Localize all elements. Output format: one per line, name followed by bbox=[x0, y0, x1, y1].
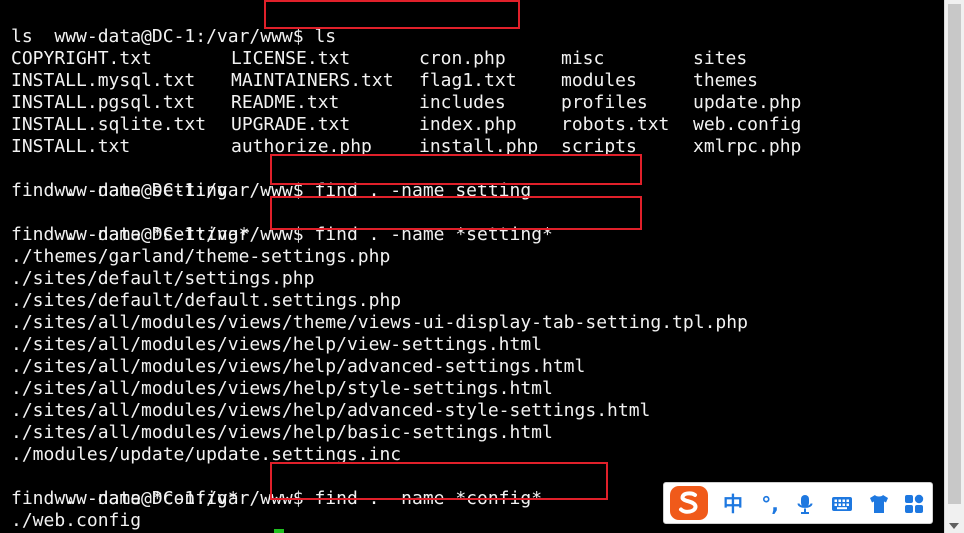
file-entry: authorize.php bbox=[231, 136, 372, 157]
find-result-line: ./web.config bbox=[11, 510, 142, 531]
file-entry: install.php bbox=[419, 136, 539, 157]
ls-output-row: COPYRIGHT.txt LICENSE.txt cron.php misc site… bbox=[0, 48, 944, 70]
keyboard-icon[interactable] bbox=[830, 492, 854, 516]
prompt-line-find-config: www-data@DC-1:/var/www$ find . -name *co… bbox=[11, 466, 542, 509]
file-entry: INSTALL.mysql.txt bbox=[11, 70, 196, 91]
file-entry: themes bbox=[693, 70, 759, 91]
find-result-line: ./sites/all/modules/views/help/basic-set… bbox=[11, 422, 553, 443]
file-entry: xmlrpc.php bbox=[693, 136, 802, 157]
file-entry: README.txt bbox=[231, 92, 340, 113]
file-entry: profiles bbox=[561, 92, 648, 113]
ls-output-row: INSTALL.pgsql.txt README.txt includes profi… bbox=[0, 92, 944, 114]
file-entry: update.php bbox=[693, 92, 802, 113]
scroll-down-arrow-icon[interactable] bbox=[949, 523, 959, 529]
ls-output-row: INSTALL.txt authorize.php install.php scrip… bbox=[0, 136, 944, 158]
grid-toolbox-icon[interactable] bbox=[902, 492, 926, 516]
file-entry: index.php bbox=[419, 114, 517, 135]
prompt-line-find-wildcard-setting: www-data@DC-1:/var/www$ find . -name *se… bbox=[11, 202, 553, 245]
file-entry: includes bbox=[419, 92, 506, 113]
command-text: find . -name *config* bbox=[314, 488, 543, 509]
file-entry: INSTALL.pgsql.txt bbox=[11, 92, 196, 113]
file-entry: sites bbox=[693, 48, 748, 69]
shell-prompt: www-data@DC-1:/var/www$ bbox=[54, 26, 304, 47]
ls-output-row: INSTALL.mysql.txt MAINTAINERS.txt flag1.tx… bbox=[0, 70, 944, 92]
ls-output-row: INSTALL.sqlite.txt UPGRADE.txt index.php ro… bbox=[0, 114, 944, 136]
file-entry: scripts bbox=[561, 136, 637, 157]
find-result-line: ./sites/all/modules/views/theme/views-ui… bbox=[11, 312, 748, 333]
find-result-line: ./sites/all/modules/views/help/view-sett… bbox=[11, 334, 543, 355]
vertical-scrollbar[interactable] bbox=[944, 0, 964, 533]
file-entry: LICENSE.txt bbox=[231, 48, 351, 69]
find-result-line: ./sites/all/modules/views/help/advanced-… bbox=[11, 356, 586, 377]
microphone-icon[interactable] bbox=[793, 492, 817, 516]
prompt-line-find-setting: www-data@DC-1:/var/www$ find . -name set… bbox=[11, 158, 531, 201]
file-entry: INSTALL.txt bbox=[11, 136, 131, 157]
command-text: ls bbox=[314, 26, 337, 47]
file-entry: INSTALL.sqlite.txt bbox=[11, 114, 207, 135]
command-echo: find . -name *config* bbox=[11, 488, 239, 509]
terminal-window[interactable]: www-data@DC-1:/var/www$ ls ls COPYRIGHT.… bbox=[0, 0, 944, 533]
file-entry: COPYRIGHT.txt bbox=[11, 48, 152, 69]
ime-toolbar[interactable]: 中 °, bbox=[663, 482, 933, 524]
command-echo: find . -name setting bbox=[11, 180, 228, 201]
file-entry: MAINTAINERS.txt bbox=[231, 70, 394, 91]
find-result-line: ./sites/default/default.settings.php bbox=[11, 290, 402, 311]
command-echo: find . -name *setting* bbox=[11, 224, 250, 245]
find-result-line: ./sites/all/modules/views/help/style-set… bbox=[11, 378, 553, 399]
find-result-line: ./sites/all/modules/views/help/advanced-… bbox=[11, 400, 651, 421]
find-result-line: ./sites/default/settings.php bbox=[11, 268, 315, 289]
command-echo: ls bbox=[11, 26, 33, 47]
file-entry: modules bbox=[561, 70, 637, 91]
find-result-line: ./themes/garland/theme-settings.php bbox=[11, 246, 391, 267]
file-entry: misc bbox=[561, 48, 605, 69]
shirt-skin-icon[interactable] bbox=[867, 492, 891, 516]
file-entry: robots.txt bbox=[561, 114, 670, 135]
punctuation-toggle[interactable]: °, bbox=[759, 492, 781, 516]
file-entry: UPGRADE.txt bbox=[231, 114, 351, 135]
file-entry: flag1.txt bbox=[419, 70, 517, 91]
prompt-line-ls: www-data@DC-1:/var/www$ ls bbox=[11, 4, 336, 47]
command-text: find . -name *setting* bbox=[314, 224, 553, 245]
command-text: find . -name setting bbox=[314, 180, 532, 201]
file-entry: cron.php bbox=[419, 48, 506, 69]
find-result-line: ./modules/update/update.settings.inc bbox=[11, 444, 402, 465]
file-entry: web.config bbox=[693, 114, 802, 135]
terminal-cursor bbox=[274, 529, 284, 533]
scrollbar-thumb[interactable] bbox=[948, 4, 961, 504]
chinese-mode-toggle[interactable]: 中 bbox=[720, 492, 746, 516]
sogou-s-logo-icon[interactable] bbox=[670, 486, 708, 520]
